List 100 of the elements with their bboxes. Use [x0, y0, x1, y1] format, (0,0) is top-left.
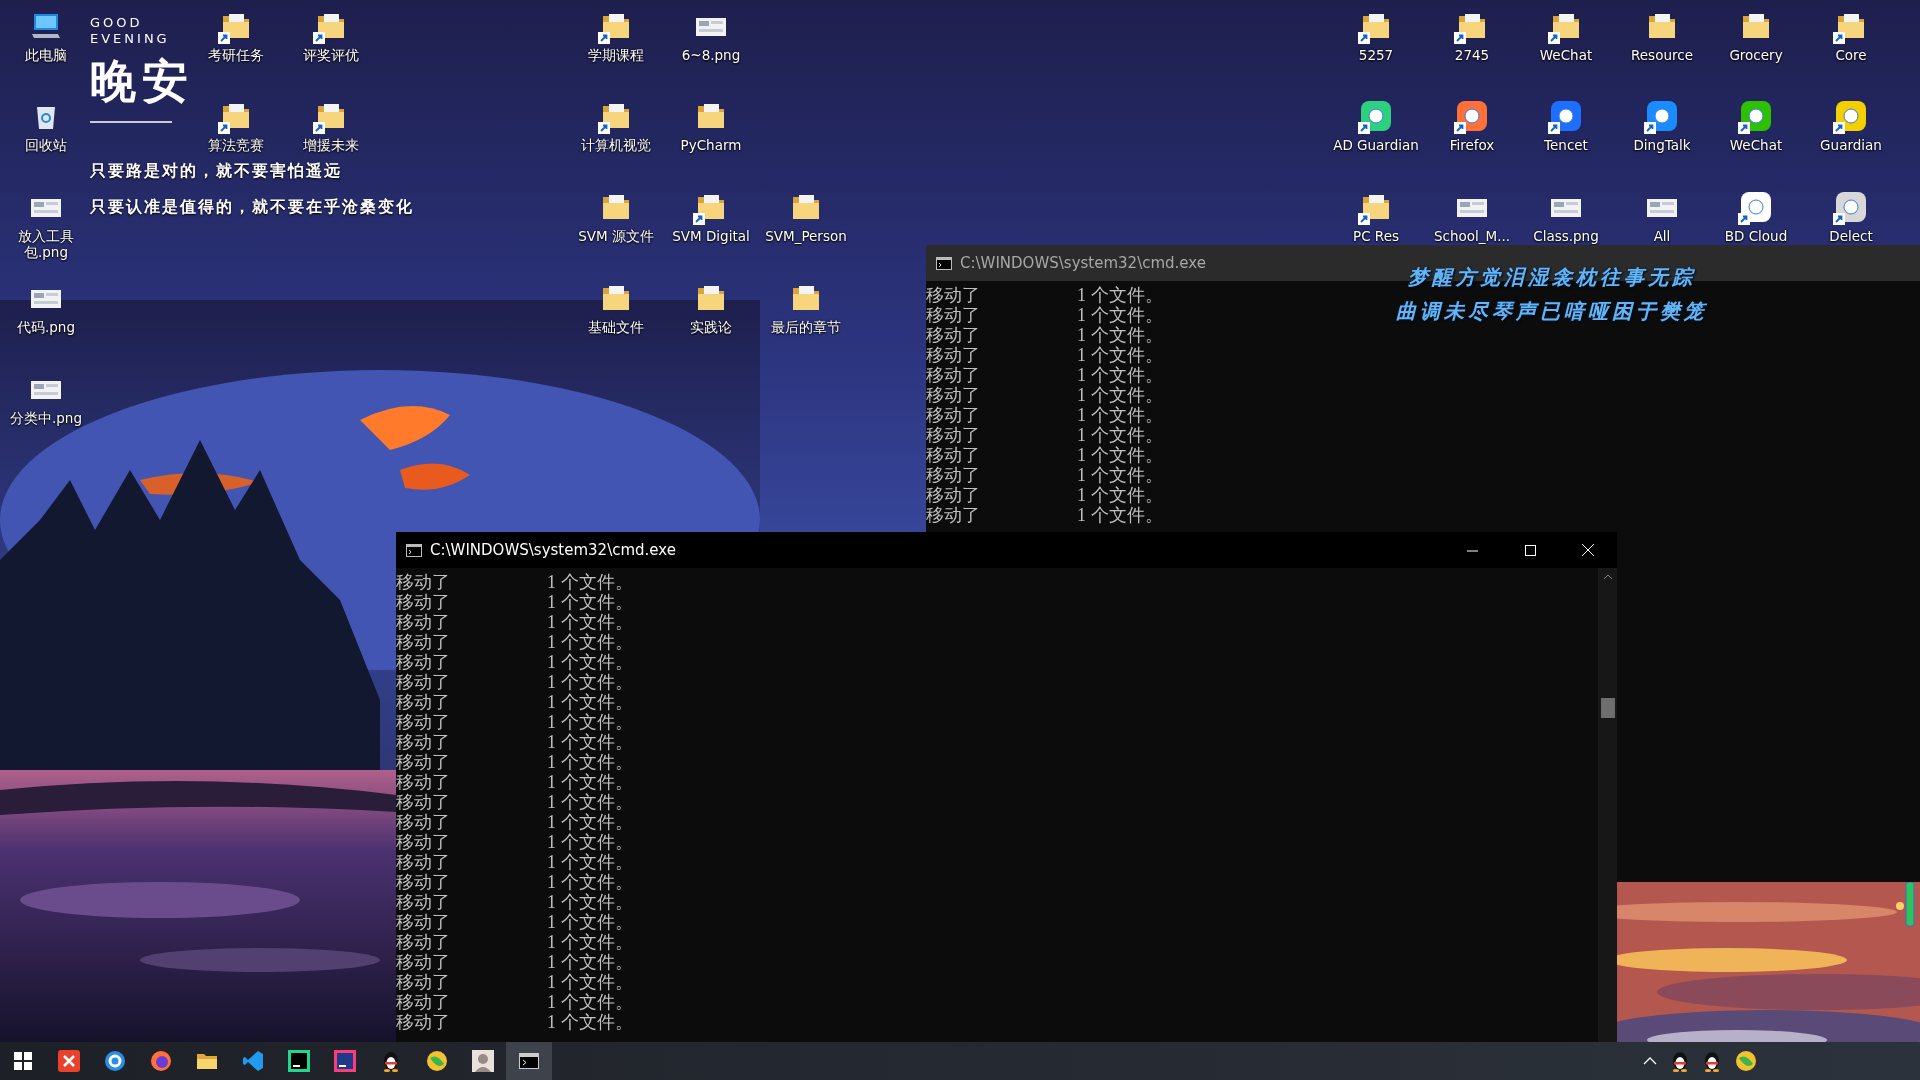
desktop-icon[interactable]: Tencet: [1518, 100, 1614, 154]
console-text: 1 个文件。: [547, 912, 633, 932]
console-text: 移动了: [926, 405, 981, 425]
window-title: C:\WINDOWS\system32\cmd.exe: [960, 252, 1206, 274]
close-icon: [1582, 544, 1594, 556]
desktop-icon[interactable]: PC Res: [1328, 191, 1424, 245]
desktop-icon[interactable]: PyCharm: [663, 100, 759, 154]
console-text: 1 个文件。: [1077, 345, 1163, 365]
console-text: 1 个文件。: [547, 652, 633, 672]
terminal-icon: [519, 1053, 539, 1069]
desktop-icon[interactable]: SVM 源文件: [568, 191, 664, 245]
console-text: 移动了: [396, 892, 451, 912]
desktop-icon[interactable]: 5257: [1328, 10, 1424, 64]
taskbar-button[interactable]: [506, 1042, 552, 1080]
desktop-icon[interactable]: Delect: [1803, 191, 1899, 245]
console-text: 1 个文件。: [547, 1012, 633, 1032]
console-text: 移动了: [396, 792, 451, 812]
desktop-icon[interactable]: Class.png: [1518, 191, 1614, 245]
chevron-up-icon: [1643, 1057, 1657, 1065]
console-text: 移动了: [926, 345, 981, 365]
quote-text: 只要路是对的，就不要害怕遥远: [90, 159, 342, 182]
console-text: 移动了: [926, 445, 981, 465]
console-text: 1 个文件。: [547, 592, 633, 612]
desktop-icon[interactable]: 基础文件: [568, 282, 664, 336]
console-text: 移动了: [396, 912, 451, 932]
console-text: 1 个文件。: [1077, 485, 1163, 505]
console-text: 1 个文件。: [547, 732, 633, 752]
desktop-icon[interactable]: 评奖评优: [283, 10, 379, 64]
desktop-icon[interactable]: 学期课程: [568, 10, 664, 64]
desktop-icon[interactable]: WeChat: [1518, 10, 1614, 64]
code-editor-icon: [242, 1050, 264, 1072]
scrollbar[interactable]: [1598, 568, 1617, 1042]
penguin-icon: [1703, 1050, 1721, 1072]
desktop-icon[interactable]: Grocery: [1708, 10, 1804, 64]
terminal-icon: [406, 543, 422, 557]
ide-icon: [288, 1050, 310, 1072]
console-text: 1 个文件。: [1077, 365, 1163, 385]
gauge-drawing: [1905, 882, 1915, 927]
console-text: 移动了: [926, 305, 981, 325]
console-text: 移动了: [396, 732, 451, 752]
ring-app-icon: [104, 1050, 126, 1072]
console-text: 1 个文件。: [547, 952, 633, 972]
desktop-icon[interactable]: 最后的章节: [758, 282, 854, 336]
window-title: C:\WINDOWS\system32\cmd.exe: [430, 539, 676, 561]
console-text: 移动了: [926, 465, 981, 485]
scroll-thumb[interactable]: [1600, 698, 1615, 718]
console-text: 1 个文件。: [547, 632, 633, 652]
console-text: 1 个文件。: [1077, 385, 1163, 405]
console-text: 移动了: [926, 365, 981, 385]
console-text: 1 个文件。: [547, 992, 633, 1012]
desktop-icon[interactable]: 分类中.png: [0, 373, 94, 427]
desktop-icon[interactable]: 增援未来: [283, 100, 379, 154]
desktop-icon[interactable]: Resource: [1614, 10, 1710, 64]
console-text: 1 个文件。: [547, 772, 633, 792]
desktop-icon[interactable]: 实践论: [663, 282, 759, 336]
console-text: 移动了: [926, 485, 981, 505]
console-text: 1 个文件。: [547, 872, 633, 892]
desktop-icon[interactable]: Core: [1803, 10, 1899, 64]
console-text: 移动了: [926, 385, 981, 405]
console-text: 1 个文件。: [547, 712, 633, 732]
desktop-icon[interactable]: AD Guardian: [1328, 100, 1424, 154]
desktop-icon[interactable]: 代码.png: [0, 282, 94, 336]
desktop-icon[interactable]: All: [1614, 191, 1710, 245]
console-text: 1 个文件。: [1077, 465, 1163, 485]
console-text: 移动了: [396, 572, 451, 592]
sphere-app-icon: [1735, 1050, 1757, 1072]
maximize-icon: [1524, 544, 1536, 556]
console-text: 移动了: [926, 425, 981, 445]
desktop-icon[interactable]: DingTalk: [1614, 100, 1710, 154]
console-text: 移动了: [396, 992, 451, 1012]
greeting-subtitle: GOOD EVENING: [90, 15, 171, 48]
console-text: 1 个文件。: [1077, 425, 1163, 445]
penguin-icon: [1671, 1050, 1689, 1072]
console-text: 移动了: [396, 652, 451, 672]
console-text: 移动了: [396, 972, 451, 992]
desktop-icon[interactable]: Guardian: [1803, 100, 1899, 154]
console-text: 移动了: [926, 325, 981, 345]
desktop-icon[interactable]: SVM_Person: [758, 191, 854, 245]
desktop-icon[interactable]: Firefox: [1424, 100, 1520, 154]
console-text: 1 个文件。: [547, 892, 633, 912]
browser-icon: [150, 1050, 172, 1072]
folder-icon: [196, 1051, 218, 1071]
terminal-icon: [936, 256, 952, 270]
console-text: 移动了: [396, 592, 451, 612]
desktop-icon[interactable]: BD Cloud: [1708, 191, 1804, 245]
console-text: 移动了: [396, 752, 451, 772]
desktop-icon[interactable]: 6~8.png: [663, 10, 759, 64]
console-text: 1 个文件。: [1077, 445, 1163, 465]
console-text: 移动了: [396, 932, 451, 952]
scroll-up-icon[interactable]: [1602, 574, 1613, 580]
desktop-icon[interactable]: 2745: [1424, 10, 1520, 64]
console-text: 移动了: [396, 692, 451, 712]
console-text: 移动了: [396, 612, 451, 632]
desktop-icon[interactable]: School_M...: [1424, 191, 1520, 245]
console-text: 1 个文件。: [1077, 405, 1163, 425]
desktop-icon[interactable]: 计算机视觉: [568, 100, 664, 154]
x-app-icon: [58, 1050, 80, 1072]
desktop-icon[interactable]: SVM Digital: [663, 191, 759, 245]
console-text: 移动了: [396, 632, 451, 652]
desktop-icon[interactable]: WeChat: [1708, 100, 1804, 154]
